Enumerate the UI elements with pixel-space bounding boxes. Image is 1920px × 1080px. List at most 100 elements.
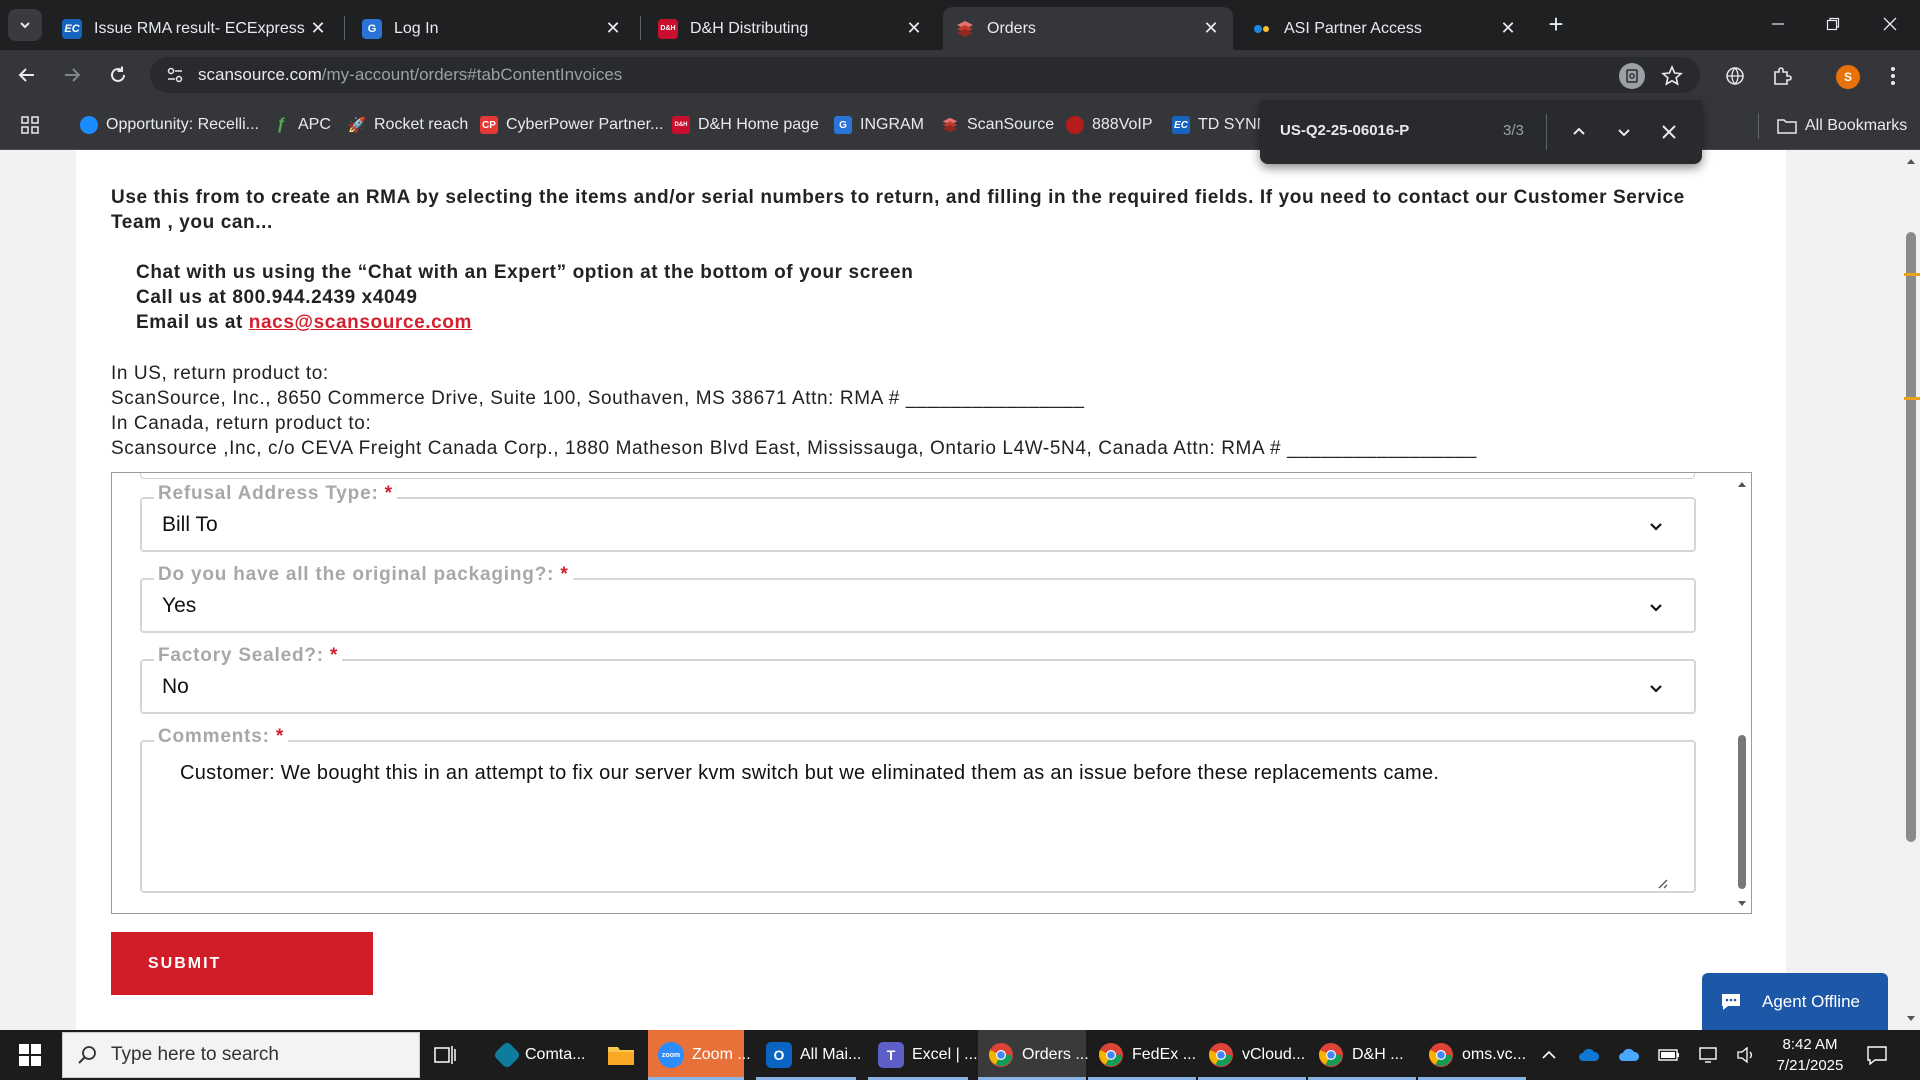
- taskbar-app-label: oms.vc...: [1462, 1046, 1527, 1063]
- form-scrollbar-thumb[interactable]: [1738, 735, 1746, 889]
- taskbar-app-chrome-fedex[interactable]: FedEx ...: [1088, 1030, 1196, 1080]
- find-input[interactable]: US-Q2-25-06016-P: [1280, 122, 1409, 139]
- apc-icon: ƒ: [276, 116, 286, 133]
- taskbar-app-chrome-orders[interactable]: Orders ...: [978, 1030, 1089, 1080]
- task-view-icon[interactable]: [432, 1042, 458, 1068]
- find-in-page-icon[interactable]: [1619, 63, 1645, 89]
- taskbar-app-chrome-dh[interactable]: D&H ...: [1308, 1030, 1416, 1080]
- close-icon[interactable]: ✕: [1498, 18, 1518, 39]
- show-hidden-icons-chevron-icon[interactable]: [1538, 1044, 1560, 1066]
- start-button[interactable]: [10, 1038, 50, 1072]
- factory-sealed-value: No: [162, 675, 189, 698]
- scroll-up-arrow-icon[interactable]: [1906, 156, 1916, 166]
- resize-handle-icon[interactable]: [1654, 875, 1668, 889]
- new-tab-button[interactable]: +: [1543, 11, 1569, 38]
- tab-log-in[interactable]: G Log In ✕: [350, 7, 635, 50]
- restore-button[interactable]: [1811, 8, 1855, 40]
- return-addresses: In US, return product to: ScanSource, In…: [111, 361, 1477, 461]
- back-button[interactable]: [12, 60, 42, 90]
- find-match-count: 3/3: [1503, 122, 1524, 139]
- close-icon[interactable]: ✕: [603, 18, 623, 39]
- form-scrollbar[interactable]: [1733, 473, 1751, 913]
- factory-sealed-select[interactable]: Factory Sealed?: * No: [140, 645, 1696, 714]
- battery-icon[interactable]: [1658, 1044, 1680, 1066]
- volume-icon[interactable]: [1736, 1044, 1756, 1066]
- tab-asi-partner-access[interactable]: ASI Partner Access ✕: [1240, 7, 1530, 50]
- ca-return-label: In Canada, return product to:: [111, 413, 372, 434]
- bookmark-ingram[interactable]: G INGRAM: [834, 113, 924, 137]
- minimize-button[interactable]: [1756, 8, 1800, 40]
- more-menu-icon[interactable]: [1880, 63, 1906, 89]
- comments-textarea[interactable]: Comments: * Customer: We bought this in …: [140, 726, 1696, 893]
- tab-title: D&H Distributing: [690, 19, 809, 37]
- taskbar-app-zoom[interactable]: zoom Zoom ...: [648, 1030, 751, 1080]
- required-asterisk: *: [560, 564, 569, 585]
- original-packaging-select[interactable]: Do you have all the original packaging?:…: [140, 564, 1696, 633]
- scansource-icon: [941, 116, 959, 134]
- folder-icon: [1777, 119, 1797, 134]
- notifications-icon[interactable]: [1866, 1044, 1888, 1066]
- bookmark-rocket-reach[interactable]: 🚀 Rocket reach: [348, 113, 469, 137]
- bookmark-td-synnex[interactable]: EC TD SYNN: [1172, 113, 1268, 137]
- onedrive-personal-icon[interactable]: [1618, 1044, 1640, 1066]
- arrow-left-icon: [18, 68, 34, 82]
- profile-avatar[interactable]: S: [1836, 65, 1860, 89]
- bookmark-scansource[interactable]: ScanSource: [941, 113, 1054, 137]
- bookmark-dh-home[interactable]: D&H D&H Home page: [672, 113, 819, 137]
- forward-button[interactable]: [57, 60, 87, 90]
- taskbar-app-outlook[interactable]: O All Mai...: [756, 1030, 861, 1080]
- chevron-down-icon: [1618, 129, 1630, 137]
- taskbar-app-label: Excel | ...: [912, 1046, 978, 1063]
- reload-icon: [111, 66, 125, 82]
- scroll-down-arrow-icon[interactable]: [1737, 899, 1747, 909]
- tab-issue-rma[interactable]: EC Issue RMA result- ECExpress - T ✕: [50, 7, 340, 50]
- contact-email-link[interactable]: nacs@scansource.com: [249, 312, 472, 333]
- scroll-up-arrow-icon[interactable]: [1737, 479, 1747, 489]
- system-clock[interactable]: 8:42 AM 7/21/2025: [1764, 1034, 1856, 1076]
- network-icon[interactable]: [1698, 1044, 1720, 1066]
- page-scrollbar[interactable]: [1902, 150, 1920, 1030]
- submit-button[interactable]: SUBMIT: [111, 932, 373, 995]
- apps-grid-icon[interactable]: [20, 113, 40, 137]
- close-window-button[interactable]: [1868, 8, 1912, 40]
- bookmark-cyberpower[interactable]: CP CyberPower Partner...: [480, 113, 663, 137]
- find-close-button[interactable]: [1655, 118, 1683, 146]
- find-previous-button[interactable]: [1565, 118, 1593, 146]
- ecexpress-icon: EC: [1172, 116, 1190, 134]
- taskbar-app-label: D&H ...: [1352, 1046, 1404, 1063]
- taskbar-app-chrome-oms[interactable]: oms.vc...: [1418, 1030, 1526, 1080]
- bookmark-star-icon[interactable]: [1659, 63, 1685, 89]
- bookmark-apc[interactable]: ƒ APC: [272, 113, 331, 137]
- rma-instructions: Use this from to create an RMA by select…: [111, 187, 1685, 233]
- find-next-button[interactable]: [1610, 118, 1638, 146]
- address-bar[interactable]: scansource.com/my-account/orders#tabCont…: [150, 57, 1700, 93]
- tab-orders[interactable]: Orders ✕: [943, 7, 1233, 50]
- bookmark-opportunity[interactable]: Opportunity: Recelli...: [80, 113, 259, 137]
- close-icon[interactable]: ✕: [1201, 18, 1221, 39]
- taskbar-app-teams[interactable]: T Excel | ...: [868, 1030, 978, 1080]
- chat-widget-button[interactable]: Agent Offline: [1702, 973, 1888, 1030]
- rma-form-scroll-area[interactable]: Refusal Address Type: * Bill To Do you h…: [111, 472, 1752, 914]
- site-info-icon[interactable]: [164, 64, 186, 86]
- refusal-address-type-select[interactable]: Refusal Address Type: * Bill To: [140, 483, 1696, 552]
- tab-search-button[interactable]: [8, 9, 42, 41]
- translate-globe-icon[interactable]: [1722, 63, 1748, 89]
- scroll-down-arrow-icon[interactable]: [1906, 1014, 1916, 1024]
- ingram-icon: G: [362, 18, 382, 39]
- taskbar-search-box[interactable]: Type here to search: [62, 1032, 420, 1078]
- tab-dh-distributing[interactable]: D&H D&H Distributing ✕: [646, 7, 936, 50]
- page-scrollbar-thumb[interactable]: [1906, 232, 1916, 842]
- extensions-puzzle-icon[interactable]: [1769, 63, 1795, 89]
- taskbar-app-file-explorer[interactable]: [597, 1030, 647, 1080]
- onedrive-icon[interactable]: [1578, 1044, 1600, 1066]
- reload-button[interactable]: [103, 60, 133, 90]
- close-icon[interactable]: ✕: [308, 18, 328, 39]
- taskbar-app-comtas[interactable]: Comta...: [487, 1030, 587, 1080]
- all-bookmarks-folder[interactable]: All Bookmarks: [1758, 113, 1907, 139]
- ecexpress-icon: EC: [62, 18, 82, 39]
- comtas-icon: [492, 1040, 522, 1070]
- bookmark-888voip[interactable]: 888VoIP: [1066, 113, 1153, 137]
- taskbar-app-chrome-vcloud[interactable]: vCloud...: [1198, 1030, 1306, 1080]
- tab-separator: [640, 16, 641, 40]
- close-icon[interactable]: ✕: [904, 18, 924, 39]
